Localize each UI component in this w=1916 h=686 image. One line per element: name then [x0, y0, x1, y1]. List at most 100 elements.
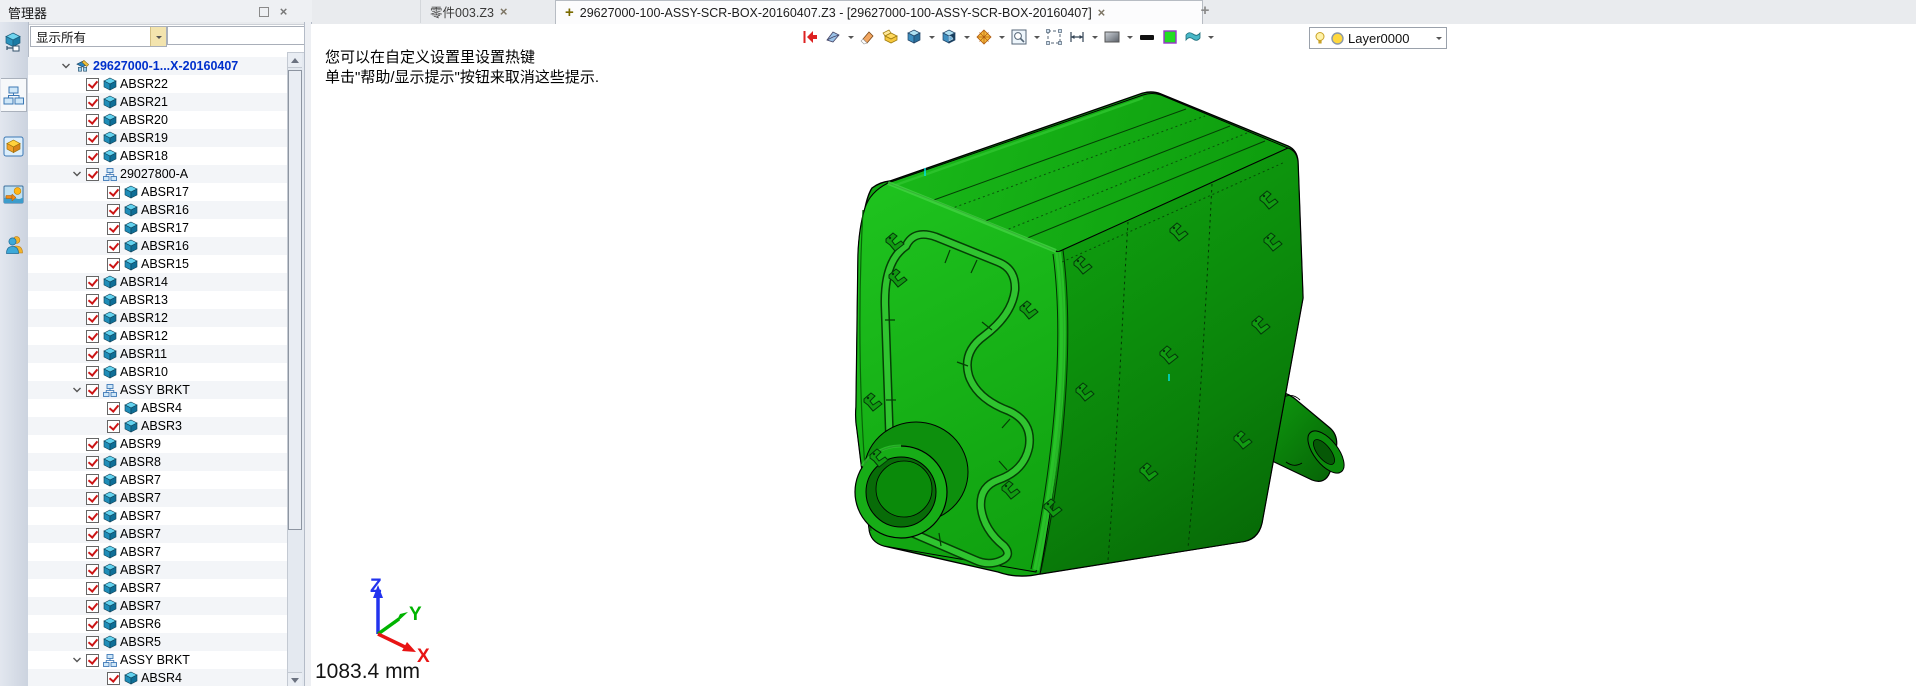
tree-row[interactable]: ABSR7 [28, 597, 287, 615]
tree-row[interactable]: ABSR6 [28, 615, 287, 633]
tree-row[interactable]: ABSR17 [28, 219, 287, 237]
tree-row[interactable]: ABSR13 [28, 291, 287, 309]
chevron-down-icon[interactable] [60, 60, 72, 72]
visibility-checkbox[interactable] [107, 240, 120, 253]
visibility-checkbox[interactable] [86, 510, 99, 523]
visibility-checkbox[interactable] [86, 618, 99, 631]
tree-row[interactable]: ABSR4 [28, 399, 287, 417]
visibility-checkbox[interactable] [107, 204, 120, 217]
dropdown-caret-icon[interactable] [997, 27, 1006, 47]
tree-row[interactable]: ASSY BRKT [28, 651, 287, 669]
section-view-icon[interactable] [939, 27, 959, 47]
visibility-checkbox[interactable] [86, 600, 99, 613]
visibility-checkbox[interactable] [107, 672, 120, 685]
tab-close-icon[interactable]: × [1098, 5, 1106, 20]
wireframe-icon[interactable] [974, 27, 994, 47]
tree-row[interactable]: ABSR19 [28, 129, 287, 147]
visibility-checkbox[interactable] [86, 528, 99, 541]
visibility-checkbox[interactable] [86, 582, 99, 595]
visibility-checkbox[interactable] [86, 384, 99, 397]
tree-row[interactable]: ABSR11 [28, 345, 287, 363]
history-manager-icon[interactable] [1, 78, 27, 112]
texture-icon[interactable] [1183, 27, 1203, 47]
tree-row[interactable]: ABSR21 [28, 93, 287, 111]
tree-row[interactable]: ABSR16 [28, 201, 287, 219]
tree-row[interactable]: ABSR7 [28, 507, 287, 525]
visibility-checkbox[interactable] [107, 420, 120, 433]
restore-panel-icon[interactable] [257, 5, 270, 18]
zoom-window-icon[interactable] [1009, 27, 1029, 47]
tree-row[interactable]: ABSR20 [28, 111, 287, 129]
tree-row[interactable]: ABSR17 [28, 183, 287, 201]
select-box-icon[interactable] [1044, 27, 1064, 47]
solid-cube-icon[interactable] [904, 27, 924, 47]
open-box-icon[interactable] [881, 27, 901, 47]
scrollbar-thumb[interactable] [288, 70, 302, 530]
tree-row[interactable]: ABSR12 [28, 327, 287, 345]
tree-row[interactable]: 29027800-A [28, 165, 287, 183]
tree-scrollbar[interactable] [287, 52, 305, 686]
close-panel-icon[interactable]: × [277, 5, 290, 18]
new-tab-button[interactable]: + [1196, 2, 1214, 20]
dropdown-caret-icon[interactable] [927, 27, 936, 47]
tree-row[interactable]: ABSR7 [28, 525, 287, 543]
3d-viewport[interactable]: Layer0000 您可以在自定义设置里设置热键 单击"帮助/显示提示"按钮来取… [311, 24, 1916, 686]
visual-manager-icon[interactable] [1, 130, 26, 162]
tab-close-icon[interactable]: × [500, 4, 508, 19]
tree-row[interactable]: ABSR4 [28, 669, 287, 686]
tree-row[interactable]: ABSR3 [28, 417, 287, 435]
visibility-checkbox[interactable] [86, 348, 99, 361]
model-scr-box[interactable] [845, 80, 1345, 600]
tree-row[interactable]: ABSR9 [28, 435, 287, 453]
visibility-checkbox[interactable] [86, 564, 99, 577]
tree-row[interactable]: ASSY BRKT [28, 381, 287, 399]
chevron-down-icon[interactable] [71, 384, 83, 396]
tree-search-input[interactable] [167, 26, 311, 45]
visibility-checkbox[interactable] [86, 294, 99, 307]
visibility-checkbox[interactable] [107, 186, 120, 199]
chevron-down-icon[interactable] [1434, 28, 1443, 48]
exit-back-icon[interactable] [800, 27, 820, 47]
face-color-icon[interactable] [1160, 27, 1180, 47]
dropdown-caret-icon[interactable] [1125, 27, 1134, 47]
visibility-checkbox[interactable] [86, 96, 99, 109]
dropdown-caret-icon[interactable] [962, 27, 971, 47]
visibility-checkbox[interactable] [86, 312, 99, 325]
visibility-checkbox[interactable] [86, 438, 99, 451]
visibility-checkbox[interactable] [86, 492, 99, 505]
visibility-checkbox[interactable] [86, 366, 99, 379]
dropdown-caret-icon[interactable] [1206, 27, 1215, 47]
tree-row[interactable]: ABSR8 [28, 453, 287, 471]
tree-row[interactable]: ABSR22 [28, 75, 287, 93]
tree-row[interactable]: ABSR16 [28, 237, 287, 255]
render-manager-icon[interactable] [1, 178, 26, 210]
scroll-down-icon[interactable] [288, 672, 302, 686]
eraser-icon[interactable] [858, 27, 878, 47]
tree-row[interactable]: ABSR15 [28, 255, 287, 273]
dropdown-caret-icon[interactable] [846, 27, 855, 47]
tree-row[interactable]: ABSR18 [28, 147, 287, 165]
scroll-up-icon[interactable] [288, 53, 302, 68]
visibility-checkbox[interactable] [86, 78, 99, 91]
layer-dropdown[interactable]: Layer0000 [1309, 27, 1447, 49]
assembly-manager-icon[interactable] [1, 26, 26, 58]
visibility-checkbox[interactable] [86, 546, 99, 559]
view-plane-icon[interactable] [823, 27, 843, 47]
dimension-width-icon[interactable] [1067, 27, 1087, 47]
tree-row[interactable]: ABSR7 [28, 561, 287, 579]
role-manager-icon[interactable] [1, 228, 26, 260]
visibility-checkbox[interactable] [86, 654, 99, 667]
tree-row[interactable]: ABSR10 [28, 363, 287, 381]
tab-assy-scr-box[interactable]: + 29627000-100-ASSY-SCR-BOX-20160407.Z3 … [555, 0, 1203, 26]
visibility-checkbox[interactable] [86, 474, 99, 487]
tree-row[interactable]: ABSR7 [28, 489, 287, 507]
chevron-down-icon[interactable] [150, 27, 166, 46]
visibility-checkbox[interactable] [86, 276, 99, 289]
visibility-checkbox[interactable] [86, 168, 99, 181]
visibility-checkbox[interactable] [86, 132, 99, 145]
chevron-down-icon[interactable] [71, 654, 83, 666]
visibility-checkbox[interactable] [107, 222, 120, 235]
shaded-display-icon[interactable] [1102, 27, 1122, 47]
tree-row[interactable]: ABSR7 [28, 471, 287, 489]
tree-row[interactable]: ABSR5 [28, 633, 287, 651]
